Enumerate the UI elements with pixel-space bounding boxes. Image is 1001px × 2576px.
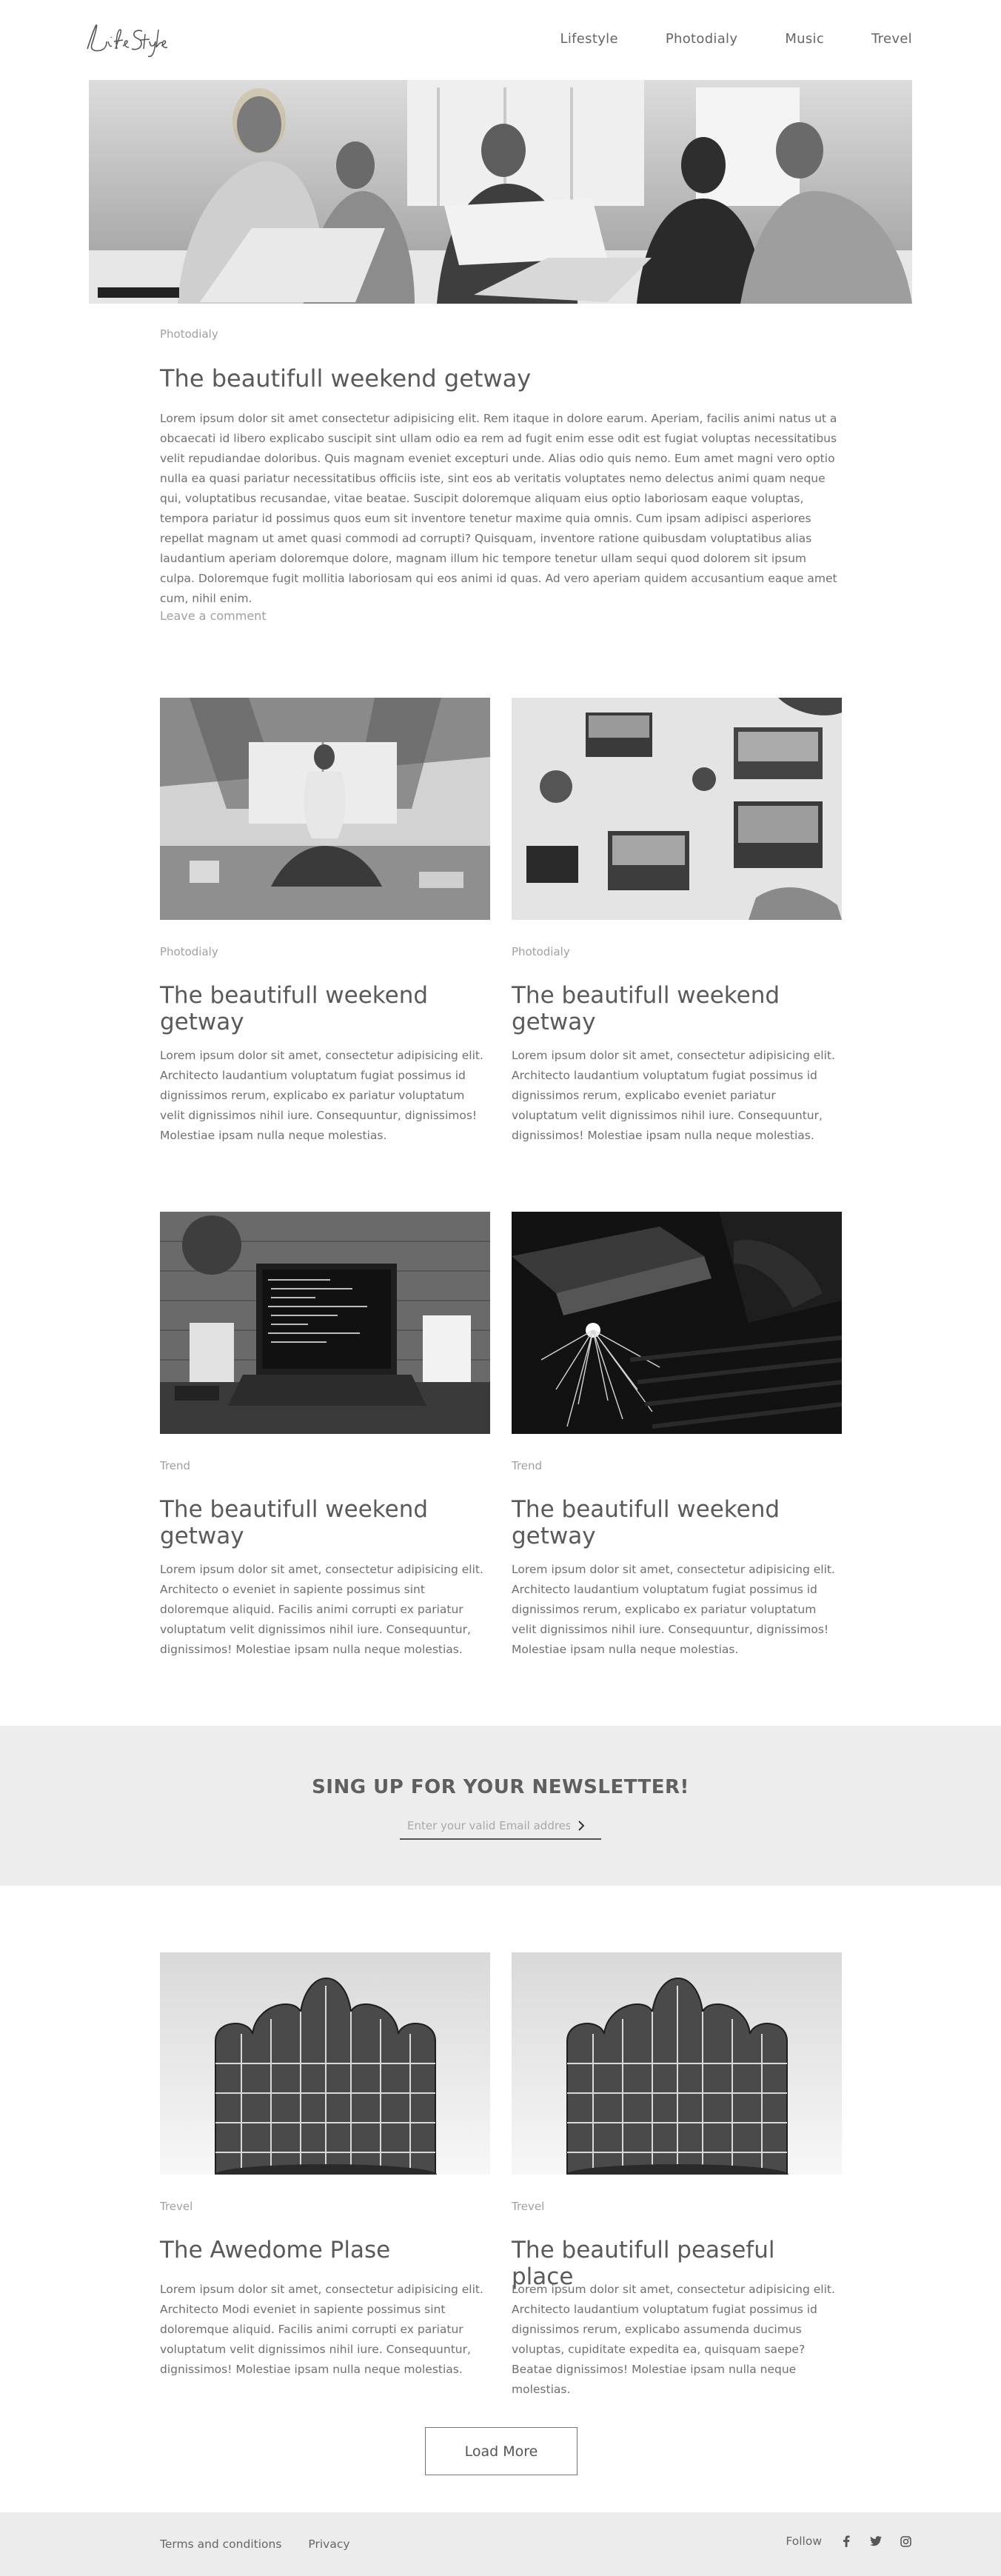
newsletter-email-input[interactable] xyxy=(400,1819,570,1832)
post-card: Photodialy The beautifull weekend getway… xyxy=(512,698,842,1142)
post-title[interactable]: The Awedome Plase xyxy=(160,2237,490,2263)
main-nav: Lifestyle Photodialy Music Trevel xyxy=(560,31,912,47)
post-category[interactable]: Trend xyxy=(160,1459,190,1472)
post-image[interactable] xyxy=(512,698,842,920)
leave-comment-link[interactable]: Leave a comment xyxy=(160,609,267,623)
site-header: Lifestyle Photodialy Music Trevel xyxy=(0,0,1001,80)
terms-link[interactable]: Terms and conditions xyxy=(160,2537,281,2551)
privacy-link[interactable]: Privacy xyxy=(308,2537,349,2551)
site-logo[interactable] xyxy=(81,19,169,62)
follow-label: Follow xyxy=(786,2535,822,2548)
logo-script-icon xyxy=(87,24,168,58)
meeting-photo-icon xyxy=(89,80,912,304)
laptop-code-photo-icon xyxy=(160,1212,490,1434)
post-category[interactable]: Trevel xyxy=(512,2200,544,2213)
post-body: Lorem ipsum dolor sit amet, consectetur … xyxy=(512,2283,835,2396)
instagram-icon[interactable] xyxy=(899,2535,912,2548)
laser-cutting-photo-icon xyxy=(512,1212,842,1434)
facebook-icon[interactable] xyxy=(840,2535,853,2548)
post-card: Trevel The beautifull peaseful place Lor… xyxy=(512,1952,842,2396)
hero-title[interactable]: The beautifull weekend getway xyxy=(160,364,531,393)
post-image[interactable] xyxy=(512,1212,842,1434)
post-card: Trevel The Awedome Plase Lorem ipsum dol… xyxy=(160,1952,490,2376)
site-footer: Terms and conditions Privacy Follow xyxy=(0,2512,1001,2576)
nav-item-lifestyle[interactable]: Lifestyle xyxy=(560,31,618,47)
desk-laptops-photo-icon xyxy=(512,698,842,920)
footer-links: Terms and conditions Privacy xyxy=(160,2537,350,2551)
post-body: Lorem ipsum dolor sit amet, consectetur … xyxy=(160,2283,483,2376)
post-card: Trend The beautifull weekend getway Lore… xyxy=(160,1212,490,1656)
post-card: Photodialy The beautifull weekend getway… xyxy=(160,698,490,1142)
hero-category[interactable]: Photodialy xyxy=(160,327,218,341)
post-title[interactable]: The beautifull weekend getway xyxy=(160,982,490,1035)
post-image[interactable] xyxy=(160,1952,490,2175)
twitter-icon[interactable] xyxy=(869,2535,883,2548)
post-image[interactable] xyxy=(160,1212,490,1434)
post-body: Lorem ipsum dolor sit amet, consectetur … xyxy=(512,1049,835,1142)
social-links: Follow xyxy=(786,2535,912,2548)
nav-item-music[interactable]: Music xyxy=(785,31,824,47)
post-card: Trend The beautifull weekend getway Lore… xyxy=(512,1212,842,1656)
post-category[interactable]: Trevel xyxy=(160,2200,192,2213)
post-body: Lorem ipsum dolor sit amet, consectetur … xyxy=(160,1049,483,1142)
post-title[interactable]: The beautifull weekend getway xyxy=(160,1496,490,1549)
hero-body: Lorem ipsum dolor sit amet consectetur a… xyxy=(160,412,837,605)
building-photo-icon xyxy=(160,1952,490,2175)
post-body: Lorem ipsum dolor sit amet, consectetur … xyxy=(512,1563,835,1656)
post-title[interactable]: The beautifull weekend getway xyxy=(512,982,842,1035)
yoga-photo-icon xyxy=(160,698,490,920)
post-category[interactable]: Photodialy xyxy=(160,945,218,958)
post-category[interactable]: Photodialy xyxy=(512,945,570,958)
building-photo-icon xyxy=(512,1952,842,2175)
newsletter-title: SING UP FOR YOUR NEWSLETTER! xyxy=(312,1776,689,1798)
newsletter-form xyxy=(400,1813,601,1840)
post-body: Lorem ipsum dolor sit amet, consectetur … xyxy=(160,1563,483,1656)
chevron-right-icon[interactable] xyxy=(570,1815,592,1837)
load-more-button[interactable]: Load More xyxy=(425,2427,578,2475)
post-category[interactable]: Trend xyxy=(512,1459,542,1472)
post-title[interactable]: The beautifull weekend getway xyxy=(512,1496,842,1549)
post-image[interactable] xyxy=(512,1952,842,2175)
nav-item-trevel[interactable]: Trevel xyxy=(871,31,912,47)
hero-image[interactable] xyxy=(89,80,912,304)
newsletter-section: SING UP FOR YOUR NEWSLETTER! xyxy=(0,1726,1001,1886)
nav-item-photodialy[interactable]: Photodialy xyxy=(666,31,737,47)
post-image[interactable] xyxy=(160,698,490,920)
